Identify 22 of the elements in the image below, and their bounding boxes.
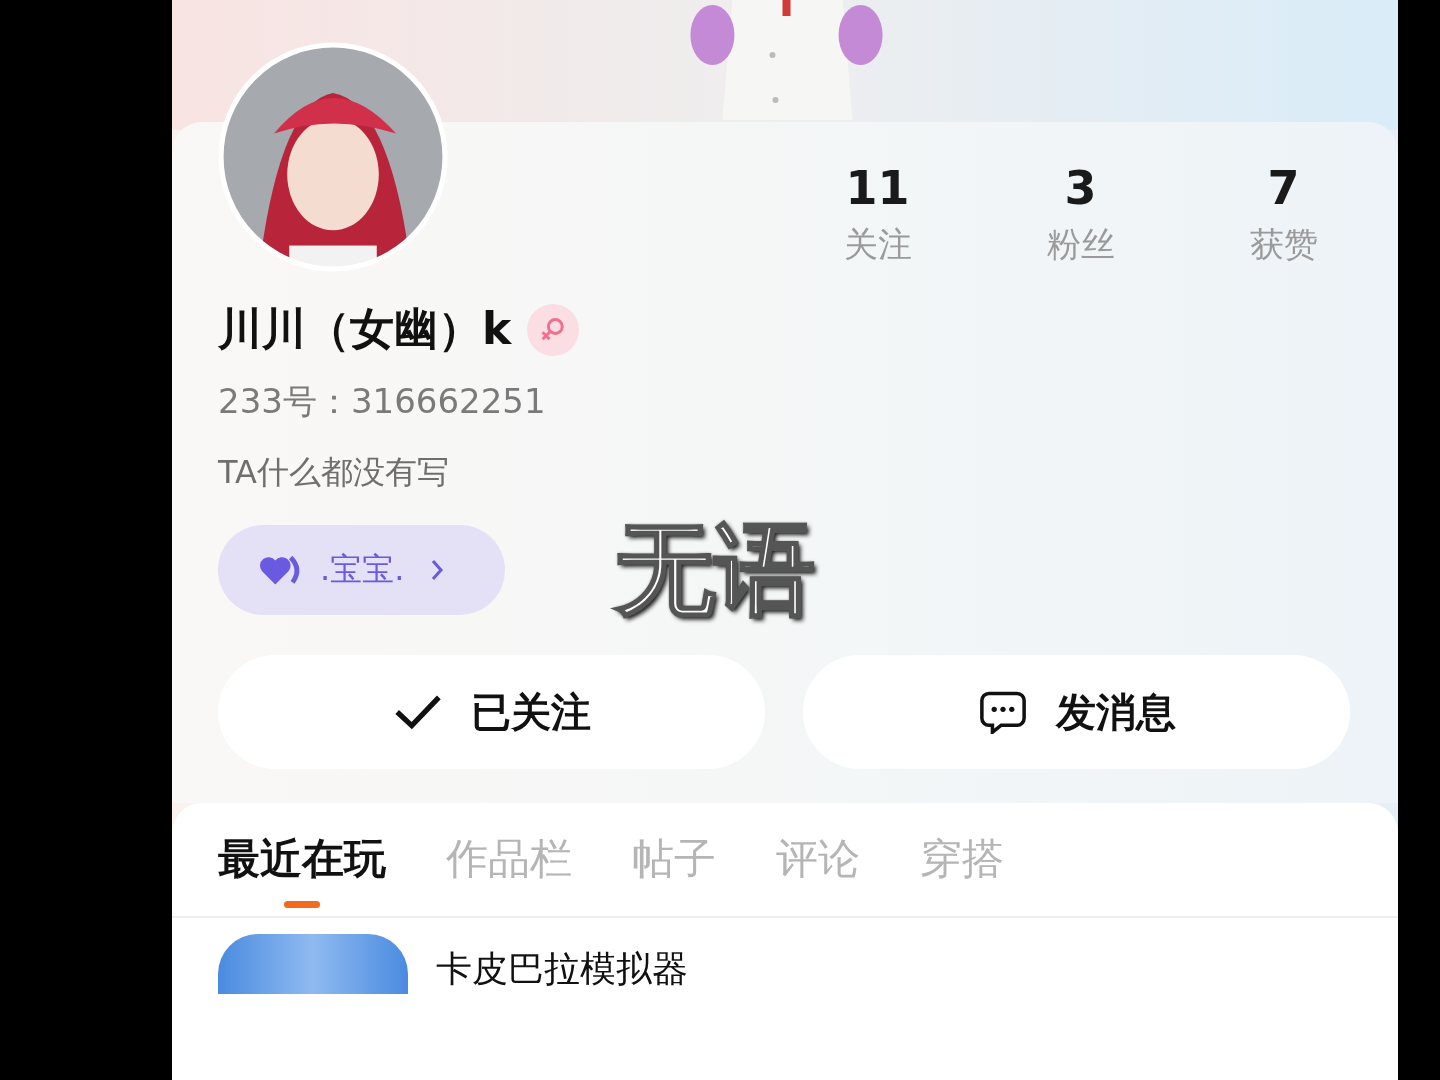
message-button[interactable]: 发消息 — [803, 655, 1350, 769]
tab[interactable]: 最近在玩 — [218, 831, 386, 916]
stat-label[interactable]: 获赞 — [1249, 222, 1318, 268]
relation-badge[interactable]: .宝宝. — [218, 525, 505, 615]
user-name: 川川（女幽）k — [218, 302, 512, 356]
stat-count[interactable]: 11 — [845, 160, 910, 216]
tab[interactable]: 穿搭 — [920, 831, 1004, 916]
stat-count[interactable]: 7 — [1267, 160, 1300, 216]
stat-count[interactable]: 3 — [1064, 160, 1097, 216]
video-caption: 无语 — [615, 515, 815, 625]
tab[interactable]: 作品栏 — [446, 831, 572, 916]
stat-label[interactable]: 粉丝 — [1046, 222, 1115, 268]
tab[interactable]: 帖子 — [632, 831, 716, 916]
app-icon[interactable] — [218, 934, 408, 994]
chat-bubble-icon — [977, 690, 1028, 734]
user-id: 233号：316662251 — [218, 380, 547, 423]
game-title[interactable]: 卡皮巴拉模拟器 — [436, 945, 688, 994]
tab[interactable]: 评论 — [776, 831, 860, 916]
following-button[interactable]: 已关注 — [218, 655, 765, 769]
chevron-right-icon — [430, 558, 445, 582]
user-bio: TA什么都没有写 — [218, 452, 450, 493]
stat-label[interactable]: 关注 — [843, 222, 912, 268]
